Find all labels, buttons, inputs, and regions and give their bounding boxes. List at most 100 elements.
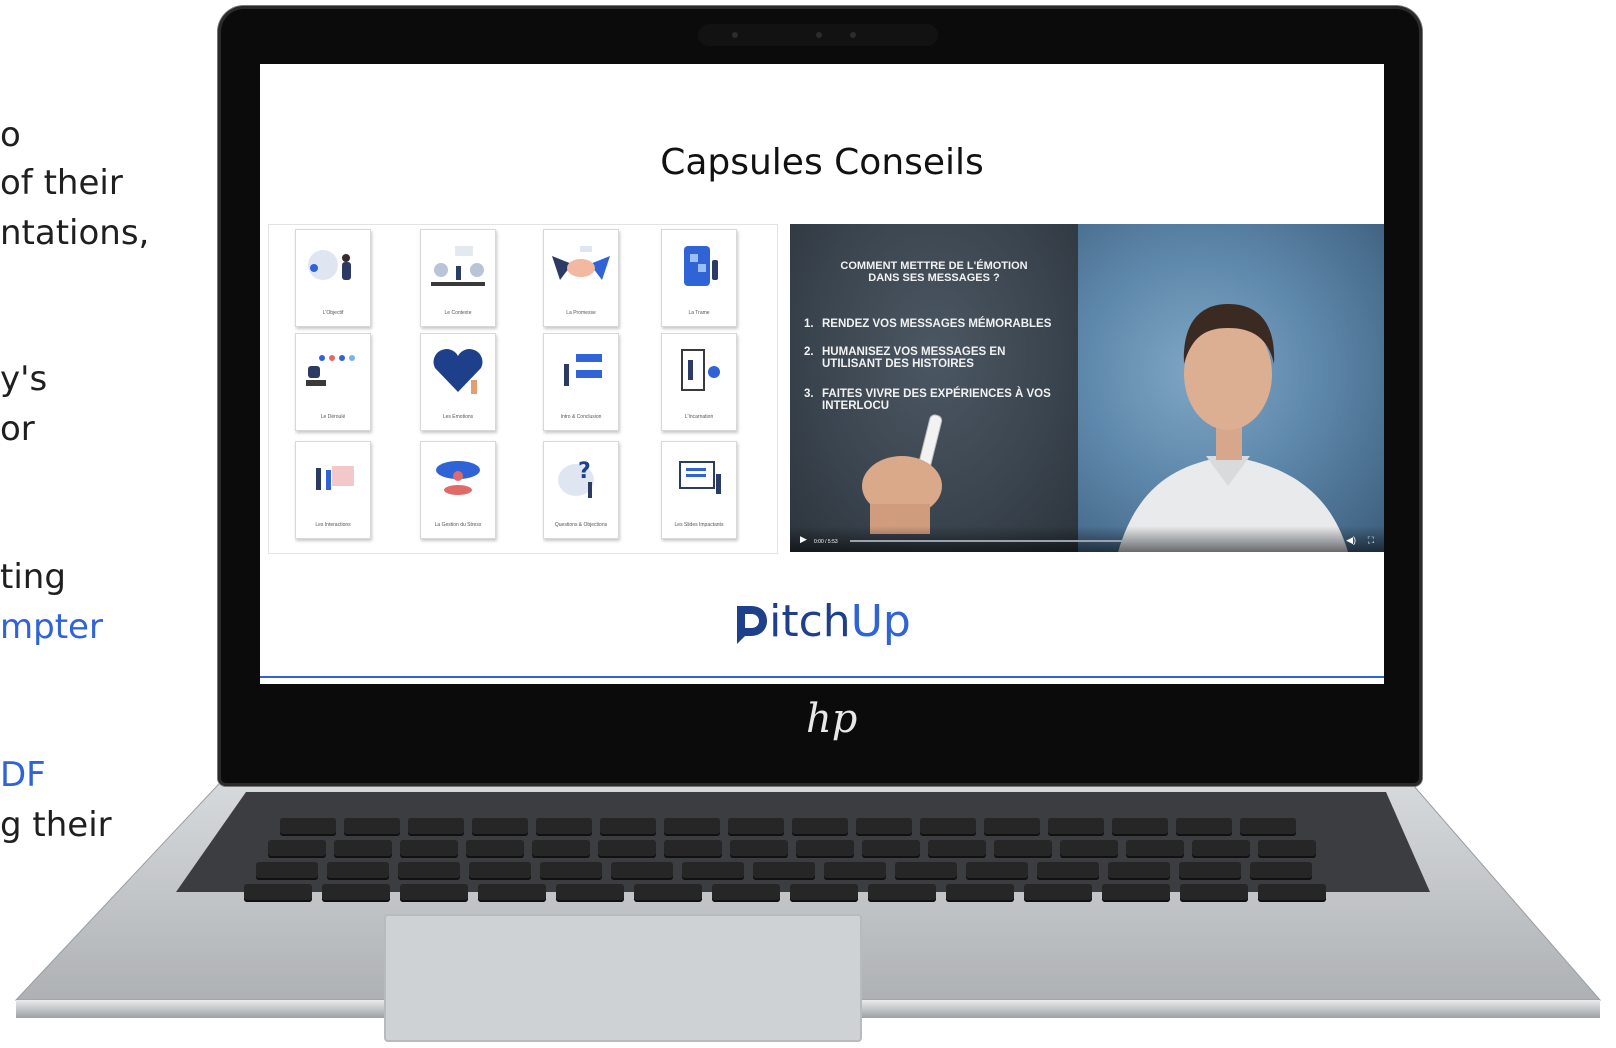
- keyboard-key: [664, 818, 720, 836]
- keyboard-key: [280, 818, 336, 836]
- logo-text: itch: [769, 596, 851, 647]
- keyboard-key: [966, 862, 1028, 880]
- person-presenting-icon: [308, 250, 351, 280]
- video-controls: ▶ 0:00 / 5:53 ◀) ⛶: [790, 526, 1384, 552]
- keyboard-key: [1250, 862, 1312, 880]
- keyboard-key: [1258, 884, 1326, 902]
- capsule-card[interactable]: Intro & Conclusion: [543, 333, 619, 431]
- keyboard-key: [790, 884, 858, 902]
- capsule-card[interactable]: L'Incarnation: [661, 333, 737, 431]
- question-icon: ?: [558, 459, 594, 498]
- capsule-card[interactable]: Le Déroulé: [295, 333, 371, 431]
- capsule-card[interactable]: Les Interactions: [295, 441, 371, 539]
- video-time: 0:00 / 5:53: [814, 539, 838, 545]
- mirror-icon: [681, 349, 720, 391]
- keyboard-key: [1240, 818, 1296, 836]
- keyboard: [240, 814, 1420, 908]
- card-label: Le Contexte: [444, 310, 472, 316]
- video-list-item: 3. FAITES VIVRE DES EXPÉRIENCES À VOS INTE…: [804, 388, 1051, 412]
- keyboard-key: [1112, 818, 1168, 836]
- keyboard-key: [466, 840, 524, 858]
- item-text: FAITES VIVRE DES EXPÉRIENCES À VOS: [822, 388, 1051, 400]
- meeting-icon: [316, 466, 354, 490]
- card-label: L'Incarnation: [684, 414, 714, 420]
- keyboard-key: [1126, 840, 1184, 858]
- card-label: Intro & Conclusion: [560, 414, 602, 420]
- item-text: INTERLOCU: [822, 400, 890, 412]
- keyboard-key: [1048, 818, 1104, 836]
- fullscreen-icon[interactable]: ⛶: [1368, 535, 1374, 546]
- keyboard-key: [862, 840, 920, 858]
- video-heading: COMMENT METTRE DE L'ÉMOTION DANS SES MES…: [790, 260, 1078, 284]
- keyboard-key: [540, 862, 602, 880]
- keyboard-key: [400, 884, 468, 902]
- item-number: 3.: [804, 388, 814, 400]
- camera-icon: [732, 32, 738, 38]
- keyboard-key: [984, 818, 1040, 836]
- card-label: L'Objectif: [322, 310, 344, 316]
- capsule-card[interactable]: La Promesse: [543, 229, 619, 327]
- capsule-card[interactable]: La Gestion du Stress: [420, 441, 496, 539]
- keyboard-key: [268, 840, 326, 858]
- video-list-item: 2. HUMANISEZ VOS MESSAGES EN UTILISANT DES…: [804, 346, 1005, 370]
- logo-text-accent: Up: [850, 596, 911, 647]
- touchpad: [384, 914, 862, 1042]
- video-player[interactable]: COMMENT METTRE DE L'ÉMOTION DANS SES MES…: [790, 224, 1384, 552]
- pitchup-logo: itchUp: [260, 600, 1384, 644]
- keyboard-key: [334, 840, 392, 858]
- capsule-card[interactable]: L'Objectif: [295, 229, 371, 327]
- keyboard-key: [478, 884, 546, 902]
- hp-logo: hp: [806, 696, 858, 742]
- laptop-screen: Capsules Conseils L'Objectif Le Contexte: [260, 64, 1384, 684]
- video-progress-bar[interactable]: [850, 540, 1344, 542]
- keyboard-key: [1060, 840, 1118, 858]
- capsule-card[interactable]: Le Contexte: [420, 229, 496, 327]
- keyboard-key: [322, 884, 390, 902]
- keyboard-key: [634, 884, 702, 902]
- page-title: Capsules Conseils: [660, 142, 984, 183]
- video-heading-line: DANS SES MESSAGES ?: [868, 272, 1000, 284]
- keyboard-key: [664, 840, 722, 858]
- volume-icon[interactable]: ◀): [1346, 535, 1356, 546]
- keyboard-key: [400, 840, 458, 858]
- item-text: UTILISANT DES HISTOIRES: [822, 358, 974, 370]
- play-icon[interactable]: ▶: [800, 534, 807, 545]
- keyboard-key: [1108, 862, 1170, 880]
- keyboard-key: [244, 884, 312, 902]
- card-label: Questions & Objections: [554, 522, 608, 528]
- keyboard-key: [796, 840, 854, 858]
- keyboard-key: [256, 862, 318, 880]
- capsule-card[interactable]: ? Questions & Objections: [543, 441, 619, 539]
- keyboard-key: [398, 862, 460, 880]
- presenter-background: [1078, 224, 1384, 552]
- keyboard-key: [856, 818, 912, 836]
- capsule-card[interactable]: Les Slides Impactants: [661, 441, 737, 539]
- item-number: 2.: [804, 346, 814, 358]
- keyboard-key: [920, 818, 976, 836]
- keyboard-key: [532, 840, 590, 858]
- keyboard-key: [472, 818, 528, 836]
- keyboard-key: [895, 862, 957, 880]
- card-label: Le Déroulé: [320, 414, 346, 420]
- slides-icon: [679, 461, 721, 494]
- card-label: La Promesse: [566, 310, 596, 316]
- keyboard-key: [469, 862, 531, 880]
- capsule-card[interactable]: La Trame: [661, 229, 737, 327]
- hand-with-marker: [862, 414, 943, 534]
- keyboard-key: [600, 818, 656, 836]
- capsule-card[interactable]: Les Émotions: [420, 333, 496, 431]
- card-label: La Gestion du Stress: [434, 522, 482, 528]
- keyboard-key: [928, 840, 986, 858]
- keyboard-key: [1176, 818, 1232, 836]
- puzzle-icon: [684, 246, 718, 286]
- pitchup-logo-icon: [737, 606, 768, 644]
- video-list-item: 1. RENDEZ VOS MESSAGES MÉMORABLES: [804, 318, 1051, 330]
- people-park-icon: [431, 246, 485, 286]
- card-label: Les Interactions: [315, 522, 351, 528]
- checklist-icon: [564, 354, 602, 386]
- camera-icon: [816, 32, 822, 38]
- capsules-grid: L'Objectif Le Contexte La Promesse La Tr…: [268, 224, 778, 554]
- keyboard-key: [682, 862, 744, 880]
- keyboard-key: [994, 840, 1052, 858]
- keyboard-key: [792, 818, 848, 836]
